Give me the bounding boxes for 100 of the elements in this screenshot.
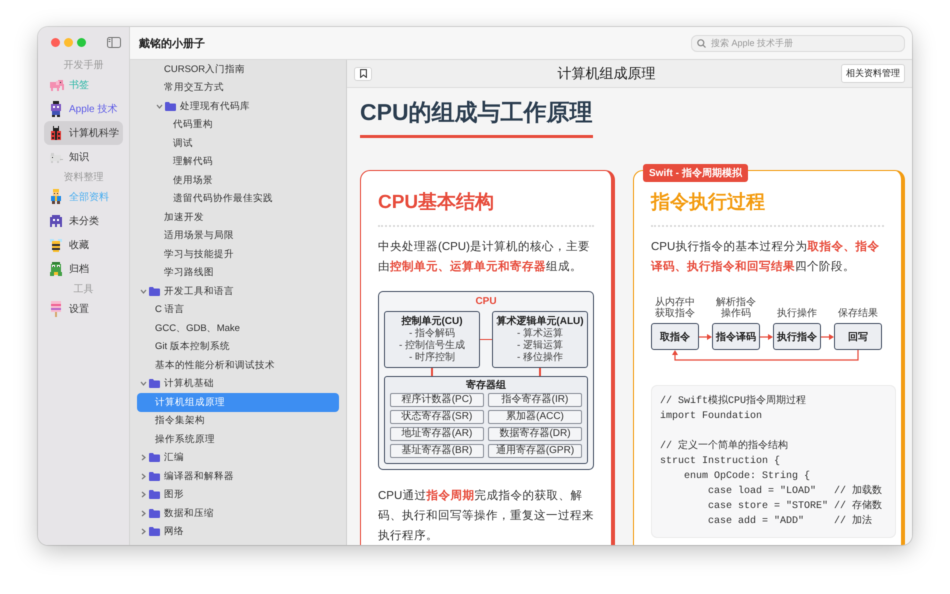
outline-item[interactable]: 适用场景与局限: [137, 226, 339, 245]
sidebar-item[interactable]: 未分类: [44, 209, 123, 233]
unit-line: - 指令解码: [408, 328, 456, 340]
window-title: 戴铭的小册子: [139, 36, 205, 50]
bookmark-button[interactable]: [354, 66, 372, 80]
register-tag: 状态寄存器(SR): [390, 410, 484, 424]
register-tag: 数据寄存器(DR): [488, 427, 582, 441]
card-title: 指令执行过程: [651, 191, 766, 215]
folder-icon: [149, 508, 160, 518]
folder-item[interactable]: 计算机基础: [137, 374, 339, 393]
chevron-icon[interactable]: [140, 491, 147, 498]
search-field[interactable]: 搜索 Apple 技术手册: [691, 34, 905, 52]
step-caption: 从内存中获取指令: [654, 297, 696, 319]
folder-icon: [149, 379, 160, 388]
card-paragraph: CPU通过指令周期完成指令的获取、解码、执行和回写等操作，重复这一过程来执行程序。: [378, 488, 594, 544]
pixel-frog-icon: [48, 261, 64, 277]
chevron-icon[interactable]: [140, 528, 147, 536]
folder-icon: [149, 286, 160, 296]
unit-title: 算术逻辑单元(ALU): [495, 315, 585, 328]
code-block: // Swift模拟CPU指令周期过程 import Foundation // 定义一个简单的指令结构 struct Instruction { enum OpCode: String { case load = "LOAD" // 加载数 case store = "STORE" // 存储数 case add = "ADD" // 加法: [651, 385, 896, 538]
register-tag: 指令寄存器(IR): [488, 393, 582, 407]
sidebar-item[interactable]: 计算机科学: [44, 121, 123, 145]
sidebar-toggle-icon[interactable]: [107, 36, 121, 48]
section-heading: 开发手册: [62, 59, 104, 73]
chevron-icon[interactable]: [140, 288, 147, 295]
chevron-icon[interactable]: [140, 510, 147, 517]
step-node: 取指令: [651, 323, 699, 350]
register-tag: 累加器(ACC): [488, 410, 582, 424]
chevron-icon[interactable]: [156, 102, 163, 110]
outline-item[interactable]: 代码重构: [137, 116, 339, 134]
pixel-bee-icon: [48, 237, 64, 253]
pixel-character-icon: [48, 101, 64, 117]
related-materials-button[interactable]: 相关资料管理: [841, 64, 905, 83]
group-title: 寄存器组: [465, 379, 507, 393]
pixel-popsicle-icon: [48, 301, 64, 317]
step-node: 执行指令: [773, 323, 821, 350]
unit-line: - 算术运算: [516, 328, 564, 340]
sidebar-item[interactable]: 归档: [44, 257, 123, 281]
outline-item[interactable]: 操作系统原理: [137, 430, 339, 448]
outline-item[interactable]: C 语言: [137, 300, 339, 319]
outline-item[interactable]: 基本的性能分析和调试技术: [137, 356, 339, 374]
step-caption: 执行操作: [776, 308, 818, 319]
bookmark-icon: [360, 69, 366, 78]
register-tag: 地址寄存器(AR): [390, 427, 484, 441]
folder-item[interactable]: 数据和压缩: [137, 504, 339, 522]
card-paragraph: CPU执行指令的基本过程分为取指令、指令译码、执行指令和回写结果四个阶段。: [651, 239, 880, 275]
outline-item[interactable]: 常用交互方式: [137, 78, 339, 97]
step-caption: 解析指令操作码: [715, 297, 757, 319]
pixel-king-icon: [48, 189, 64, 205]
unit-line: - 移位操作: [516, 352, 564, 364]
chevron-icon[interactable]: [140, 472, 147, 480]
outline-item[interactable]: 使用场景: [137, 171, 339, 190]
sidebar-item[interactable]: 收藏: [44, 233, 123, 257]
folder-icon: [149, 527, 160, 536]
unit-line: - 时序控制: [408, 352, 456, 364]
diagram-title: CPU: [474, 295, 498, 308]
sidebar-item[interactable]: Apple 技术: [44, 97, 123, 121]
outline-item[interactable]: 指令集架构: [137, 412, 339, 430]
register-tag: 基址寄存器(BR): [390, 444, 484, 458]
outline-item[interactable]: CURSOR入门指南: [137, 60, 339, 78]
pixel-elephant-icon: [48, 77, 64, 93]
section-heading: 资料整理: [62, 171, 104, 185]
zoom-button[interactable]: [77, 38, 86, 46]
connector-line: [480, 338, 492, 340]
outline-item[interactable]: 学习路线图: [137, 264, 339, 282]
step-node: 回写: [834, 323, 882, 350]
folder-icon: [149, 490, 160, 500]
chevron-icon[interactable]: [140, 380, 147, 388]
close-button[interactable]: [51, 38, 60, 46]
folder-item[interactable]: 图形: [137, 486, 339, 504]
sidebar-item[interactable]: 知识: [44, 145, 123, 169]
outline-item[interactable]: 理解代码: [137, 152, 339, 171]
article-heading: CPU的组成与工作原理: [360, 98, 593, 138]
outline-item[interactable]: Git 版本控制系统: [137, 338, 339, 356]
outline-item[interactable]: GCC、GDB、Make: [137, 319, 339, 338]
sidebar-item[interactable]: 设置: [44, 297, 123, 321]
folder-item[interactable]: 编译器和解释器: [137, 467, 339, 486]
folder-item[interactable]: 汇编: [137, 448, 339, 467]
flow-arrow: [699, 332, 712, 340]
outline-item[interactable]: 遗留代码协作最佳实践: [137, 190, 339, 208]
code-badge: Swift - 指令周期模拟: [643, 164, 748, 182]
unit-line: - 逻辑运算: [516, 340, 564, 352]
pixel-invader-icon: [48, 213, 64, 229]
outline-item[interactable]: 学习与技能提升: [137, 245, 339, 264]
page-title: 计算机组成原理: [558, 64, 656, 82]
folder-icon: [149, 472, 160, 481]
step-caption: 保存结果: [837, 308, 879, 319]
outline-item[interactable]: 调试: [137, 134, 339, 152]
section-heading: 工具: [72, 283, 94, 297]
outline-item[interactable]: 加速开发: [137, 208, 339, 226]
folder-item[interactable]: 网络: [137, 522, 339, 541]
pixel-ladybug-icon: [48, 125, 64, 141]
chevron-icon[interactable]: [140, 454, 147, 462]
folder-icon: [165, 102, 176, 111]
register-tag: 通用寄存器(GPR): [488, 444, 582, 458]
folder-item[interactable]: 处理现有代码库: [137, 97, 339, 116]
folder-item[interactable]: 开发工具和语言: [137, 282, 339, 300]
flow-arrow: [821, 332, 834, 340]
unit-title: 控制单元(CU): [400, 315, 464, 328]
card-title: CPU基本结构: [378, 191, 496, 215]
